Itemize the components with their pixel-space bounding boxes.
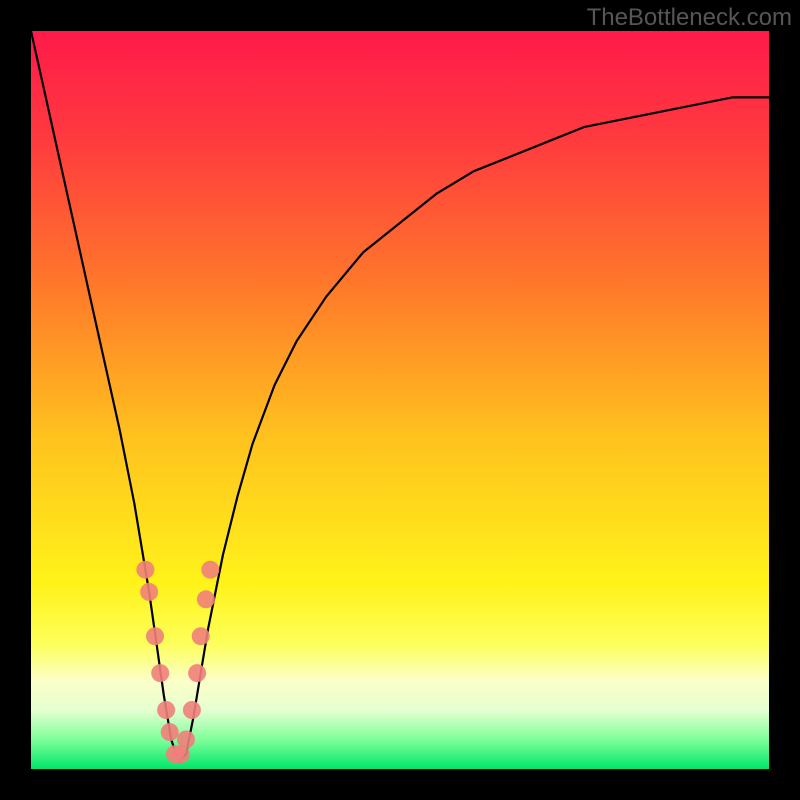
- chart-frame: TheBottleneck.com: [0, 0, 800, 800]
- marker-point: [177, 731, 195, 749]
- marker-point: [140, 583, 158, 601]
- marker-point: [183, 701, 201, 719]
- marker-point: [161, 723, 179, 741]
- marker-point: [146, 627, 164, 645]
- marker-point: [197, 590, 215, 608]
- bottleneck-curve: [31, 31, 769, 762]
- marker-point: [136, 561, 154, 579]
- highlighted-points: [136, 561, 219, 764]
- marker-point: [188, 664, 206, 682]
- marker-point: [151, 664, 169, 682]
- marker-point: [201, 561, 219, 579]
- marker-point: [157, 701, 175, 719]
- chart-svg: [0, 0, 800, 800]
- marker-point: [192, 627, 210, 645]
